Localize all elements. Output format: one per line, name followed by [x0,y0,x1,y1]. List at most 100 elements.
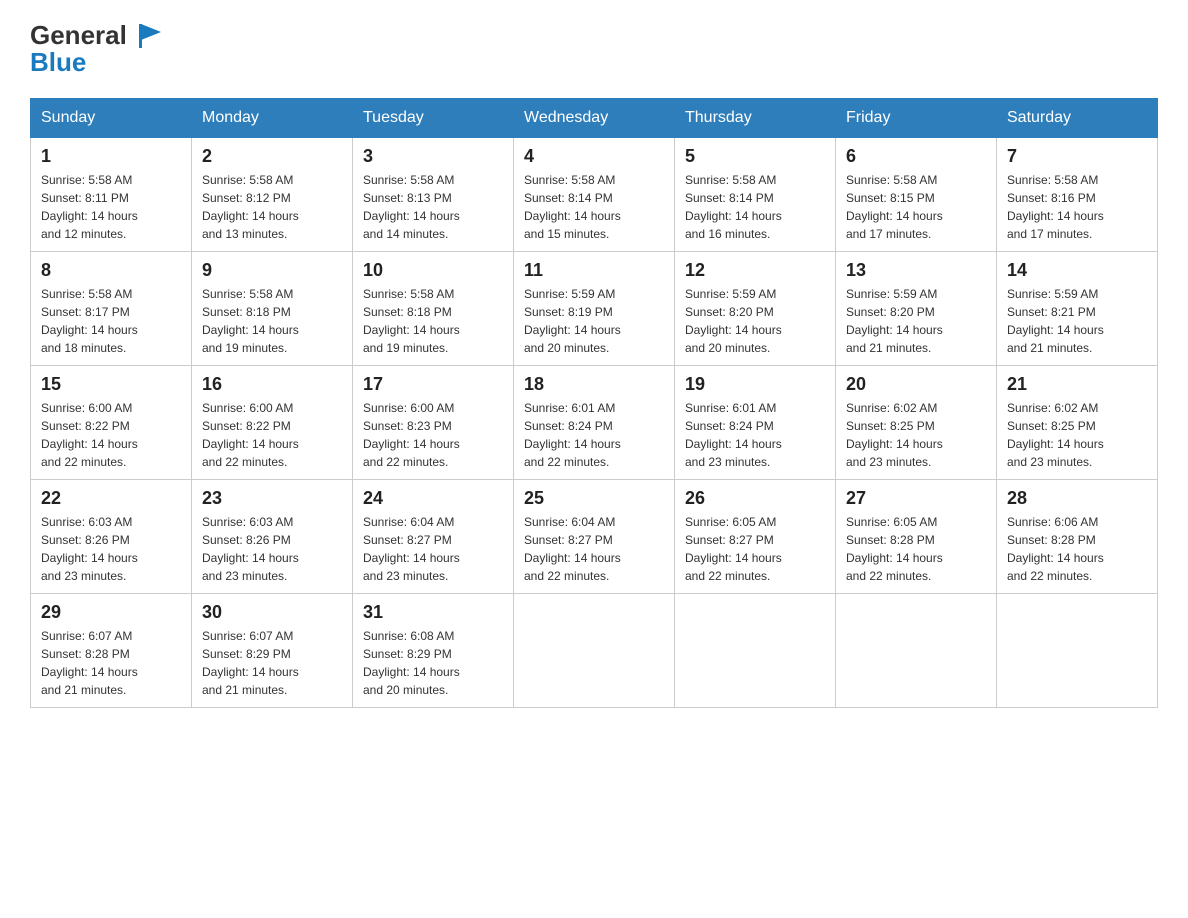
day-number: 24 [363,488,503,509]
calendar-week-3: 15 Sunrise: 6:00 AMSunset: 8:22 PMDayligh… [31,366,1158,480]
day-info: Sunrise: 5:58 AMSunset: 8:14 PMDaylight:… [524,171,664,243]
day-number: 17 [363,374,503,395]
calendar-week-2: 8 Sunrise: 5:58 AMSunset: 8:17 PMDaylight… [31,252,1158,366]
calendar-cell: 18 Sunrise: 6:01 AMSunset: 8:24 PMDayligh… [514,366,675,480]
day-number: 25 [524,488,664,509]
calendar-week-5: 29 Sunrise: 6:07 AMSunset: 8:28 PMDayligh… [31,594,1158,708]
day-info: Sunrise: 6:04 AMSunset: 8:27 PMDaylight:… [524,513,664,585]
day-number: 12 [685,260,825,281]
calendar-cell [836,594,997,708]
calendar-cell: 16 Sunrise: 6:00 AMSunset: 8:22 PMDayligh… [192,366,353,480]
day-number: 16 [202,374,342,395]
logo: General Blue [30,20,163,78]
day-number: 8 [41,260,181,281]
day-info: Sunrise: 5:58 AMSunset: 8:18 PMDaylight:… [363,285,503,357]
day-number: 11 [524,260,664,281]
calendar-cell: 9 Sunrise: 5:58 AMSunset: 8:18 PMDaylight… [192,252,353,366]
day-info: Sunrise: 6:01 AMSunset: 8:24 PMDaylight:… [685,399,825,471]
day-number: 10 [363,260,503,281]
calendar-cell: 3 Sunrise: 5:58 AMSunset: 8:13 PMDaylight… [353,138,514,252]
day-number: 2 [202,146,342,167]
calendar-cell: 11 Sunrise: 5:59 AMSunset: 8:19 PMDayligh… [514,252,675,366]
day-info: Sunrise: 6:03 AMSunset: 8:26 PMDaylight:… [41,513,181,585]
day-number: 15 [41,374,181,395]
day-info: Sunrise: 6:00 AMSunset: 8:22 PMDaylight:… [41,399,181,471]
day-number: 7 [1007,146,1147,167]
day-number: 31 [363,602,503,623]
calendar-cell: 12 Sunrise: 5:59 AMSunset: 8:20 PMDayligh… [675,252,836,366]
day-number: 20 [846,374,986,395]
day-number: 19 [685,374,825,395]
day-info: Sunrise: 5:59 AMSunset: 8:21 PMDaylight:… [1007,285,1147,357]
calendar-cell: 6Sunrise: 5:58 AMSunset: 8:15 PMDaylight… [836,138,997,252]
day-info: Sunrise: 5:58 AMSunset: 8:12 PMDaylight:… [202,171,342,243]
day-number: 26 [685,488,825,509]
calendar-cell: 17Sunrise: 6:00 AMSunset: 8:23 PMDayligh… [353,366,514,480]
day-info: Sunrise: 5:59 AMSunset: 8:20 PMDaylight:… [685,285,825,357]
calendar-cell: 7 Sunrise: 5:58 AMSunset: 8:16 PMDaylight… [997,138,1158,252]
day-info: Sunrise: 6:08 AMSunset: 8:29 PMDaylight:… [363,627,503,699]
weekday-header-friday: Friday [836,99,997,138]
day-info: Sunrise: 6:02 AMSunset: 8:25 PMDaylight:… [1007,399,1147,471]
day-info: Sunrise: 6:07 AMSunset: 8:28 PMDaylight:… [41,627,181,699]
calendar-table: SundayMondayTuesdayWednesdayThursdayFrid… [30,98,1158,708]
day-number: 14 [1007,260,1147,281]
weekday-header-tuesday: Tuesday [353,99,514,138]
calendar-cell: 1 Sunrise: 5:58 AMSunset: 8:11 PMDaylight… [31,138,192,252]
calendar-cell [997,594,1158,708]
logo-text-block: General Blue [30,20,163,78]
day-info: Sunrise: 6:05 AMSunset: 8:28 PMDaylight:… [846,513,986,585]
calendar-cell: 25 Sunrise: 6:04 AMSunset: 8:27 PMDayligh… [514,480,675,594]
day-info: Sunrise: 5:58 AMSunset: 8:13 PMDaylight:… [363,171,503,243]
day-number: 5 [685,146,825,167]
day-info: Sunrise: 5:59 AMSunset: 8:19 PMDaylight:… [524,285,664,357]
day-info: Sunrise: 6:07 AMSunset: 8:29 PMDaylight:… [202,627,342,699]
day-info: Sunrise: 5:58 AMSunset: 8:17 PMDaylight:… [41,285,181,357]
calendar-cell: 27 Sunrise: 6:05 AMSunset: 8:28 PMDayligh… [836,480,997,594]
day-number: 3 [363,146,503,167]
weekday-header-monday: Monday [192,99,353,138]
day-info: Sunrise: 5:58 AMSunset: 8:15 PMDaylight:… [846,171,986,243]
day-number: 1 [41,146,181,167]
calendar-cell: 2 Sunrise: 5:58 AMSunset: 8:12 PMDaylight… [192,138,353,252]
calendar-cell [514,594,675,708]
calendar-cell: 8 Sunrise: 5:58 AMSunset: 8:17 PMDaylight… [31,252,192,366]
calendar-cell: 5 Sunrise: 5:58 AMSunset: 8:14 PMDaylight… [675,138,836,252]
day-info: Sunrise: 6:02 AMSunset: 8:25 PMDaylight:… [846,399,986,471]
day-number: 27 [846,488,986,509]
calendar-cell: 30 Sunrise: 6:07 AMSunset: 8:29 PMDayligh… [192,594,353,708]
day-info: Sunrise: 5:58 AMSunset: 8:11 PMDaylight:… [41,171,181,243]
calendar-cell: 19 Sunrise: 6:01 AMSunset: 8:24 PMDayligh… [675,366,836,480]
day-info: Sunrise: 6:06 AMSunset: 8:28 PMDaylight:… [1007,513,1147,585]
weekday-header-saturday: Saturday [997,99,1158,138]
day-info: Sunrise: 6:03 AMSunset: 8:26 PMDaylight:… [202,513,342,585]
calendar-cell: 23Sunrise: 6:03 AMSunset: 8:26 PMDayligh… [192,480,353,594]
day-info: Sunrise: 6:05 AMSunset: 8:27 PMDaylight:… [685,513,825,585]
weekday-header-sunday: Sunday [31,99,192,138]
day-number: 22 [41,488,181,509]
day-number: 18 [524,374,664,395]
day-info: Sunrise: 5:58 AMSunset: 8:16 PMDaylight:… [1007,171,1147,243]
calendar-cell: 13Sunrise: 5:59 AMSunset: 8:20 PMDayligh… [836,252,997,366]
calendar-cell: 14 Sunrise: 5:59 AMSunset: 8:21 PMDayligh… [997,252,1158,366]
day-info: Sunrise: 5:58 AMSunset: 8:14 PMDaylight:… [685,171,825,243]
day-number: 29 [41,602,181,623]
day-info: Sunrise: 6:00 AMSunset: 8:22 PMDaylight:… [202,399,342,471]
calendar-cell: 22 Sunrise: 6:03 AMSunset: 8:26 PMDayligh… [31,480,192,594]
day-number: 9 [202,260,342,281]
day-info: Sunrise: 6:01 AMSunset: 8:24 PMDaylight:… [524,399,664,471]
day-number: 21 [1007,374,1147,395]
day-number: 30 [202,602,342,623]
calendar-cell: 26 Sunrise: 6:05 AMSunset: 8:27 PMDayligh… [675,480,836,594]
calendar-cell [675,594,836,708]
day-info: Sunrise: 5:58 AMSunset: 8:18 PMDaylight:… [202,285,342,357]
calendar-cell: 20 Sunrise: 6:02 AMSunset: 8:25 PMDayligh… [836,366,997,480]
day-number: 13 [846,260,986,281]
calendar-cell: 10 Sunrise: 5:58 AMSunset: 8:18 PMDayligh… [353,252,514,366]
weekday-header-wednesday: Wednesday [514,99,675,138]
page-header: General Blue [30,20,1158,78]
calendar-cell: 15 Sunrise: 6:00 AMSunset: 8:22 PMDayligh… [31,366,192,480]
day-number: 4 [524,146,664,167]
calendar-cell: 29 Sunrise: 6:07 AMSunset: 8:28 PMDayligh… [31,594,192,708]
calendar-week-1: 1 Sunrise: 5:58 AMSunset: 8:11 PMDaylight… [31,138,1158,252]
